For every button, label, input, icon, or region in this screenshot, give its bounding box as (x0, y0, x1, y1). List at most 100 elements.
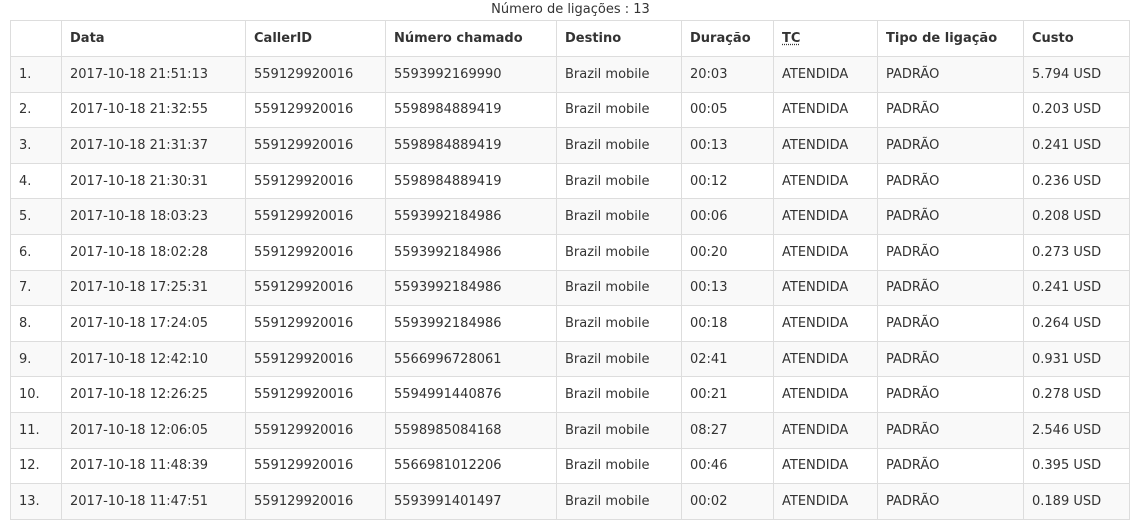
duration-cell: 00:13 (681, 127, 774, 164)
table-header-row: Data CallerID Número chamado Destino Dur… (10, 20, 1130, 57)
call-date-cell: 2017-10-18 21:51:13 (61, 56, 246, 93)
row-index-cell: 12. (10, 447, 62, 485)
called-number-cell: 5598985084168 (385, 411, 557, 449)
destination-cell: Brazil mobile (556, 162, 682, 200)
row-index-cell: 10. (10, 376, 62, 413)
row-index-cell: 1. (10, 56, 62, 93)
row-index-cell: 7. (10, 269, 62, 307)
called-number-cell: 5598984889419 (385, 91, 557, 129)
call-cost-cell: 0.273 USD (1023, 233, 1130, 271)
caller-id-cell: 559129920016 (245, 56, 386, 93)
call-type-cell: PADRÃO (877, 269, 1024, 307)
called-number-cell: 5593992184986 (385, 233, 557, 271)
call-type-cell: PADRÃO (877, 233, 1024, 271)
tc-abbreviation: TC (782, 31, 801, 46)
table-row: 13. 2017-10-18 11:47:51 559129920016 559399… (10, 483, 1130, 520)
caller-id-cell: 559129920016 (245, 91, 386, 129)
call-cost-cell: 0.208 USD (1023, 198, 1130, 235)
destination-cell: Brazil mobile (556, 198, 682, 235)
call-status-cell: ATENDIDA (773, 340, 878, 378)
table-row: 10. 2017-10-18 12:26:25 559129920016 559499… (10, 376, 1130, 413)
table-row: 5. 2017-10-18 18:03:23 559129920016 5593992… (10, 198, 1130, 235)
destination-cell: Brazil mobile (556, 269, 682, 307)
destination-cell: Brazil mobile (556, 447, 682, 485)
caller-id-cell: 559129920016 (245, 447, 386, 485)
call-date-cell: 2017-10-18 12:42:10 (61, 340, 246, 378)
call-cost-cell: 0.241 USD (1023, 269, 1130, 307)
caller-id-cell: 559129920016 (245, 162, 386, 200)
duration-cell: 00:46 (681, 447, 774, 485)
row-index-cell: 9. (10, 340, 62, 378)
row-index-cell: 4. (10, 162, 62, 200)
row-index-cell: 11. (10, 411, 62, 449)
call-status-cell: ATENDIDA (773, 483, 878, 520)
caller-id-cell: 559129920016 (245, 483, 386, 520)
call-cost-cell: 0.395 USD (1023, 447, 1130, 485)
column-header-callerid: CallerID (245, 20, 386, 57)
call-type-cell: PADRÃO (877, 198, 1024, 235)
call-status-cell: ATENDIDA (773, 56, 878, 93)
caller-id-cell: 559129920016 (245, 269, 386, 307)
duration-cell: 00:18 (681, 305, 774, 342)
call-status-cell: ATENDIDA (773, 162, 878, 200)
caller-id-cell: 559129920016 (245, 233, 386, 271)
call-type-cell: PADRÃO (877, 91, 1024, 129)
table-row: 4. 2017-10-18 21:30:31 559129920016 5598984… (10, 162, 1130, 200)
called-number-cell: 5598984889419 (385, 127, 557, 164)
destination-cell: Brazil mobile (556, 233, 682, 271)
table-row: 8. 2017-10-18 17:24:05 559129920016 5593992… (10, 305, 1130, 342)
call-cost-cell: 0.241 USD (1023, 127, 1130, 164)
column-header-tipo-de-ligacao: Tipo de ligação (877, 20, 1024, 57)
call-count-caption: Número de ligações : 13 (491, 2, 650, 17)
called-number-cell: 5598984889419 (385, 162, 557, 200)
call-status-cell: ATENDIDA (773, 447, 878, 485)
table-row: 7. 2017-10-18 17:25:31 559129920016 5593992… (10, 269, 1130, 307)
call-date-cell: 2017-10-18 21:30:31 (61, 162, 246, 200)
call-status-cell: ATENDIDA (773, 305, 878, 342)
duration-cell: 00:21 (681, 376, 774, 413)
duration-cell: 02:41 (681, 340, 774, 378)
row-index-cell: 3. (10, 127, 62, 164)
column-header-data: Data (61, 20, 246, 57)
call-status-cell: ATENDIDA (773, 91, 878, 129)
call-cost-cell: 0.931 USD (1023, 340, 1130, 378)
called-number-cell: 5593991401497 (385, 483, 557, 520)
table-row: 1. 2017-10-18 21:51:13 559129920016 5593992… (10, 56, 1130, 93)
column-header-numero-chamado: Número chamado (385, 20, 557, 57)
call-type-cell: PADRÃO (877, 411, 1024, 449)
row-index-cell: 13. (10, 483, 62, 520)
call-cost-cell: 0.278 USD (1023, 376, 1130, 413)
call-cost-cell: 5.794 USD (1023, 56, 1130, 93)
call-date-cell: 2017-10-18 11:48:39 (61, 447, 246, 485)
called-number-cell: 5594991440876 (385, 376, 557, 413)
called-number-cell: 5566981012206 (385, 447, 557, 485)
call-cost-cell: 0.203 USD (1023, 91, 1130, 129)
duration-cell: 00:20 (681, 233, 774, 271)
destination-cell: Brazil mobile (556, 483, 682, 520)
column-header-index (10, 20, 62, 57)
call-date-cell: 2017-10-18 12:26:25 (61, 376, 246, 413)
row-index-cell: 6. (10, 233, 62, 271)
table-row: 12. 2017-10-18 11:48:39 559129920016 556698… (10, 447, 1130, 485)
destination-cell: Brazil mobile (556, 91, 682, 129)
called-number-cell: 5593992184986 (385, 198, 557, 235)
duration-cell: 00:06 (681, 198, 774, 235)
caller-id-cell: 559129920016 (245, 127, 386, 164)
call-status-cell: ATENDIDA (773, 269, 878, 307)
table-row: 11. 2017-10-18 12:06:05 559129920016 559898… (10, 411, 1130, 449)
call-date-cell: 2017-10-18 18:03:23 (61, 198, 246, 235)
destination-cell: Brazil mobile (556, 56, 682, 93)
destination-cell: Brazil mobile (556, 376, 682, 413)
call-status-cell: ATENDIDA (773, 127, 878, 164)
call-cost-cell: 0.189 USD (1023, 483, 1130, 520)
caller-id-cell: 559129920016 (245, 305, 386, 342)
column-header-destino: Destino (556, 20, 682, 57)
column-header-duracao: Duração (681, 20, 774, 57)
column-header-tc: TC (773, 20, 878, 57)
caller-id-cell: 559129920016 (245, 198, 386, 235)
row-index-cell: 2. (10, 91, 62, 129)
table-row: 3. 2017-10-18 21:31:37 559129920016 5598984… (10, 127, 1130, 164)
call-type-cell: PADRÃO (877, 127, 1024, 164)
called-number-cell: 5593992184986 (385, 305, 557, 342)
call-type-cell: PADRÃO (877, 447, 1024, 485)
